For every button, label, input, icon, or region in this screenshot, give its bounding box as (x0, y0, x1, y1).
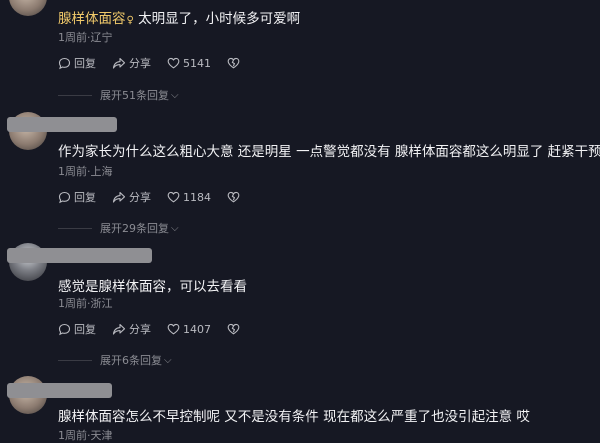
expand-replies-label: 展开6条回复 (100, 354, 162, 367)
share-button[interactable]: 分享 (112, 189, 151, 205)
comment-bubble-icon (58, 191, 71, 203)
chevron-down-icon: ⌵ (164, 354, 172, 366)
comment-meta: 1周前·浙江 (58, 297, 113, 310)
share-arrow-icon (112, 191, 126, 203)
expand-replies-button[interactable]: 展开51条回复 ⌵ (58, 87, 179, 103)
broken-heart-icon (227, 57, 240, 69)
chevron-down-icon: ⌵ (171, 222, 179, 234)
comment-meta: 1周前·上海 (58, 165, 113, 178)
avatar[interactable] (9, 0, 47, 16)
reply-label: 回复 (74, 191, 96, 204)
comment-text: 太明显了，小时候多可爱啊 (138, 11, 301, 27)
divider-line (58, 94, 92, 96)
like-count: 1184 (183, 190, 211, 204)
share-label: 分享 (129, 323, 151, 336)
expand-replies-button[interactable]: 展开29条回复 ⌵ (58, 220, 179, 236)
broken-heart-icon (227, 191, 240, 203)
chevron-down-icon: ⌵ (171, 89, 179, 101)
comment-item: 作为家长为什么这么粗心大意 还是明星 一点警觉都没有 腺样体面容都这么明显了 赶… (0, 110, 600, 240)
comment-bubble-icon (58, 323, 71, 335)
dislike-button[interactable] (227, 57, 243, 69)
like-button[interactable]: 1407 (167, 323, 211, 336)
dislike-button[interactable] (227, 191, 243, 203)
share-arrow-icon (112, 323, 126, 335)
reply-button[interactable]: 回复 (58, 321, 96, 337)
comment-author-redacted (7, 248, 152, 263)
comment-item: 感觉是腺样体面容，可以去看看 1周前·浙江 回复 分享 1407 展开6条回复 … (0, 240, 600, 373)
comment-item: 腺样体面容怎么不早控制呢 又不是没有条件 现在都这么严重了也没引起注意 哎 1周… (0, 373, 600, 443)
reply-button[interactable]: 回复 (58, 55, 96, 71)
gender-icon: ♀ (126, 15, 134, 26)
share-label: 分享 (129, 191, 151, 204)
dislike-button[interactable] (227, 323, 243, 335)
comment-author-redacted (7, 117, 117, 132)
divider-line (58, 359, 92, 361)
comment-meta: 1周前·天津 (58, 429, 113, 442)
share-button[interactable]: 分享 (112, 55, 151, 71)
like-button[interactable]: 1184 (167, 191, 211, 204)
comment-meta: 1周前·辽宁 (58, 31, 113, 44)
comment-text: 作为家长为什么这么粗心大意 还是明星 一点警觉都没有 腺样体面容都这么明显了 赶… (58, 144, 600, 160)
like-count: 5141 (183, 56, 211, 70)
like-button[interactable]: 5141 (167, 57, 211, 70)
share-arrow-icon (112, 57, 126, 69)
comment-actions: 回复 分享 1184 (58, 189, 259, 205)
broken-heart-icon (227, 323, 240, 335)
reply-label: 回复 (74, 57, 96, 70)
heart-outline-icon (167, 191, 180, 203)
comment-text: 腺样体面容怎么不早控制呢 又不是没有条件 现在都这么严重了也没引起注意 哎 (58, 409, 530, 425)
heart-outline-icon (167, 323, 180, 335)
comment-bubble-icon (58, 57, 71, 69)
reply-button[interactable]: 回复 (58, 189, 96, 205)
comment-feed: 腺样体面容♀ 太明显了，小时候多可爱啊 1周前·辽宁 回复 分享 5141 展开… (0, 0, 600, 443)
expand-replies-button[interactable]: 展开6条回复 ⌵ (58, 352, 172, 368)
like-count: 1407 (183, 322, 211, 336)
expand-replies-label: 展开29条回复 (100, 222, 169, 235)
comment-author[interactable]: 腺样体面容♀ 太明显了，小时候多可爱啊 (58, 7, 300, 27)
expand-replies-label: 展开51条回复 (100, 89, 169, 102)
heart-outline-icon (167, 57, 180, 69)
comment-actions: 回复 分享 1407 (58, 321, 259, 337)
comment-item: 腺样体面容♀ 太明显了，小时候多可爱啊 1周前·辽宁 回复 分享 5141 展开… (0, 0, 600, 110)
comment-actions: 回复 分享 5141 (58, 55, 259, 71)
divider-line (58, 227, 92, 229)
share-button[interactable]: 分享 (112, 321, 151, 337)
comment-text: 感觉是腺样体面容，可以去看看 (58, 279, 247, 295)
reply-label: 回复 (74, 323, 96, 336)
comment-author-redacted (7, 383, 112, 398)
share-label: 分享 (129, 57, 151, 70)
